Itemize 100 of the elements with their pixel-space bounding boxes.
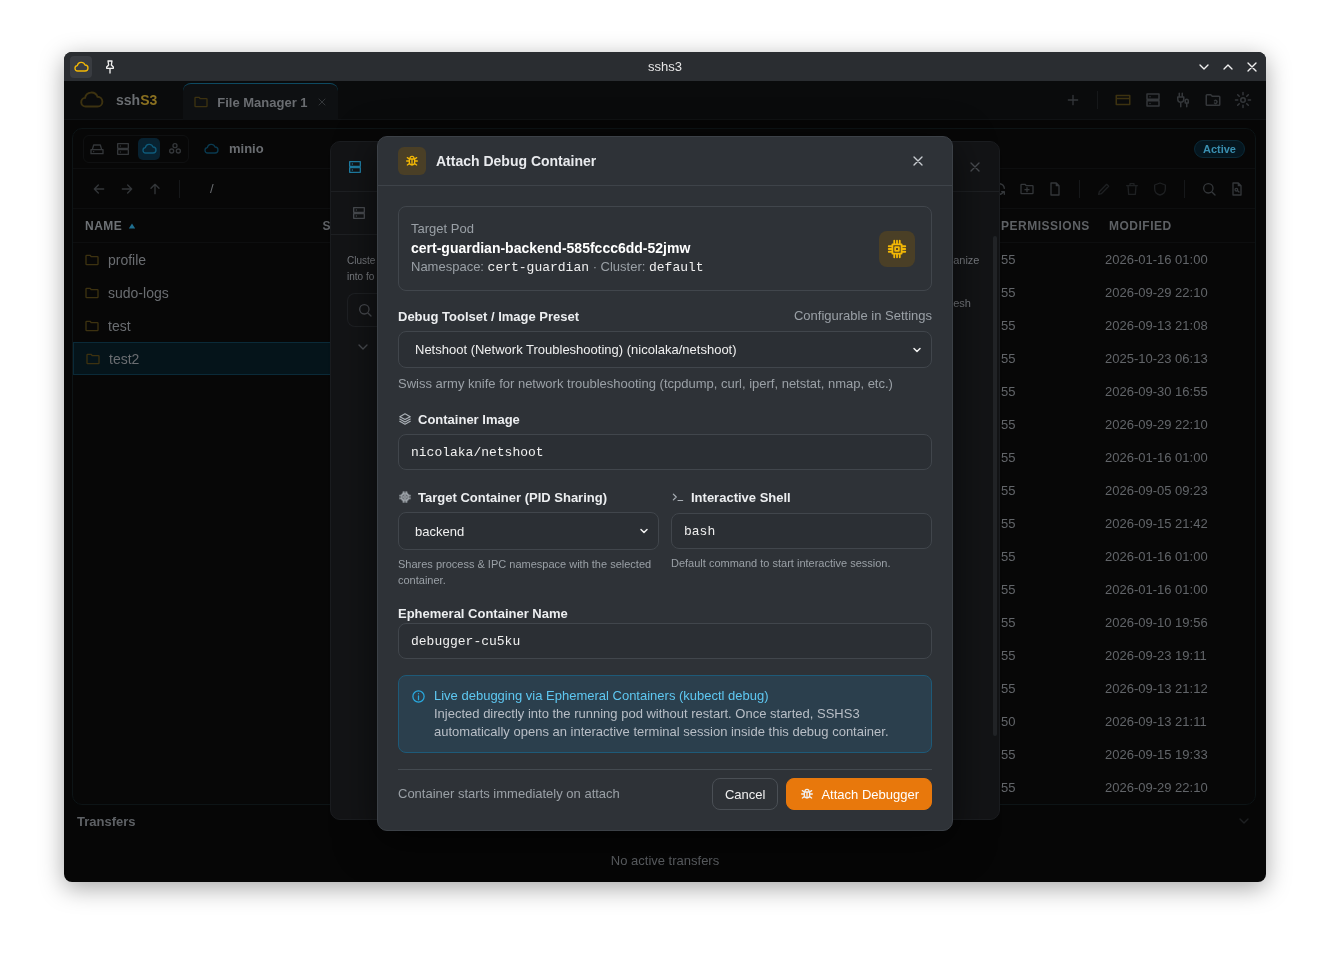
- app-icon[interactable]: [70, 55, 92, 78]
- table-cell: 2026-09-13 21:12: [1105, 681, 1208, 696]
- description-text: Cluste: [347, 254, 377, 268]
- field-label: Target Pod: [411, 220, 475, 238]
- table-cell: 2026-09-10 19:56: [1105, 615, 1208, 630]
- chip-icon: [879, 230, 915, 267]
- table-cell-text: 55: [1000, 615, 1017, 630]
- name-input[interactable]: debugger-cu5ku: [398, 623, 932, 659]
- folder-row[interactable]: profile: [73, 243, 331, 276]
- table-cell: 2026-01-16 01:00: [1105, 252, 1208, 267]
- table-cell-text: 50: [1000, 714, 1017, 729]
- server-icon: [347, 158, 363, 175]
- window-title: sshs3: [648, 59, 682, 74]
- pod-meta: Namespace: cert-guardian · Cluster: default: [411, 258, 704, 277]
- table-cell: 2026-09-13 21:08: [1105, 318, 1208, 333]
- connection-name: minio: [229, 141, 264, 156]
- layers-icon: [398, 412, 412, 426]
- field-label: Interactive Shell: [691, 489, 791, 505]
- plus-icon[interactable]: [1065, 92, 1081, 108]
- field-label: Container Image: [418, 411, 520, 427]
- table-cell: 2026-09-05 09:23: [1105, 483, 1208, 498]
- table-cell-text: 55: [1000, 450, 1017, 465]
- table-cell-text: 55: [1000, 384, 1017, 399]
- table-cell-text: 55: [1000, 252, 1017, 267]
- server-icon: [351, 205, 367, 221]
- table-cell-text: 55: [1000, 582, 1017, 597]
- preset-select[interactable]: Netshoot (Network Troubleshooting) (nicolaka/netshoot): [398, 331, 932, 368]
- table-cell-text: 55: [1000, 351, 1017, 366]
- settings-hint: Configurable in Settings: [793, 307, 932, 325]
- table-cell: 2026-09-29 22:10: [1105, 285, 1208, 300]
- folder-row[interactable]: test: [73, 309, 331, 342]
- table-cell: 2026-09-30 16:55: [1105, 384, 1208, 399]
- pod-name: cert-guardian-backend-585fccc6dd-52jmw: [411, 239, 692, 258]
- transfers-title: Transfers: [77, 813, 136, 829]
- info-title: Live debugging via Ephemeral Containers (kubectl debug): [434, 687, 770, 705]
- table-cell-text: 55: [1000, 516, 1017, 531]
- search-icon: [357, 302, 373, 318]
- table-cell: 2026-09-13 21:11: [1105, 714, 1207, 729]
- status-badge: Active: [1193, 139, 1245, 158]
- folder-sync-icon[interactable]: [1204, 91, 1222, 109]
- table-cell-text: 55: [1000, 549, 1017, 564]
- help-text: Default command to start interactive session.: [671, 556, 892, 571]
- file-icon[interactable]: [1047, 180, 1063, 197]
- info-text: Injected directly into the running pod without restart. Once started, SSHS3 automatically opens an interactive terminal session inside this debug container.: [434, 705, 890, 741]
- table-cell: 2026-09-15 19:33: [1105, 747, 1208, 762]
- field-label: Debug Toolset / Image Preset: [398, 308, 580, 324]
- terminal-icon: [671, 490, 685, 504]
- column-header[interactable]: PERMISSIONS: [1001, 218, 1109, 233]
- bug-icon: [398, 147, 426, 175]
- folder-row[interactable]: sudo-logs: [73, 276, 331, 309]
- footer-note: Container starts immediately on attach: [398, 785, 620, 803]
- bug-icon: [799, 786, 816, 802]
- table-cell: 2026-09-29 22:10: [1105, 417, 1208, 432]
- server-icon[interactable]: [115, 140, 131, 157]
- table-cell-text: 55: [1000, 483, 1017, 498]
- cancel-button[interactable]: Cancel: [711, 778, 779, 810]
- info-icon: [411, 689, 426, 704]
- shield-icon[interactable]: [1152, 180, 1168, 197]
- folder-icon: [193, 94, 210, 110]
- table-cell-text: 55: [1000, 780, 1017, 795]
- image-input[interactable]: nicolaka/netshoot: [398, 434, 932, 470]
- server-icon[interactable]: [1144, 91, 1162, 109]
- table-cell: 2026-01-16 01:00: [1105, 549, 1208, 564]
- table-cell: 2025-10-23 06:13: [1105, 351, 1208, 366]
- description-text: into fo: [347, 270, 376, 284]
- gear-icon[interactable]: [1234, 91, 1252, 109]
- path-text: /: [210, 181, 214, 196]
- folder-row[interactable]: test2: [73, 342, 331, 375]
- field-label: Ephemeral Container Name: [398, 605, 568, 621]
- trash-icon[interactable]: [1124, 180, 1140, 197]
- table-cell-text: 55: [1000, 318, 1017, 333]
- search-icon[interactable]: [1201, 180, 1217, 197]
- chip-icon: [398, 490, 412, 504]
- table-cell: 2026-09-29 22:10: [1105, 780, 1208, 795]
- file-manager-tab[interactable]: File Manager 1: [183, 83, 338, 120]
- description-text: anize: [952, 254, 981, 266]
- app-logo-text: sshS3: [116, 92, 158, 108]
- file-search-icon[interactable]: [1229, 180, 1245, 197]
- field-label: Target Container (PID Sharing): [418, 489, 607, 505]
- cluster-icon[interactable]: [167, 140, 183, 157]
- table-cell-text: 55: [1000, 747, 1017, 762]
- shell-input[interactable]: bash: [671, 513, 932, 549]
- plug-icon[interactable]: [1174, 91, 1192, 109]
- description-text: esh: [952, 297, 972, 309]
- column-header[interactable]: S: [322, 218, 331, 233]
- container-select[interactable]: backend: [398, 512, 659, 550]
- table-cell: 2026-09-15 21:42: [1105, 516, 1208, 531]
- table-cell: 2026-01-16 01:00: [1105, 450, 1208, 465]
- table-cell-text: 55: [1000, 648, 1017, 663]
- table-cell-text: 55: [1000, 681, 1017, 696]
- table-cell-text: 55: [1000, 285, 1017, 300]
- column-header[interactable]: NAME: [85, 218, 123, 233]
- preset-description: Swiss army knife for network troubleshooting (tcpdump, curl, iperf, netstat, nmap, etc.): [398, 376, 894, 392]
- sort-arrow-icon: [128, 221, 137, 230]
- table-cell-text: 55: [1000, 417, 1017, 432]
- table-cell: 2026-09-23 19:11: [1105, 648, 1207, 663]
- column-header[interactable]: MODIFIED: [1109, 218, 1172, 233]
- attach-button[interactable]: Attach Debugger: [786, 778, 932, 810]
- empty-transfers-text: No active transfers: [610, 853, 720, 868]
- table-cell: 2026-01-16 01:00: [1105, 582, 1208, 597]
